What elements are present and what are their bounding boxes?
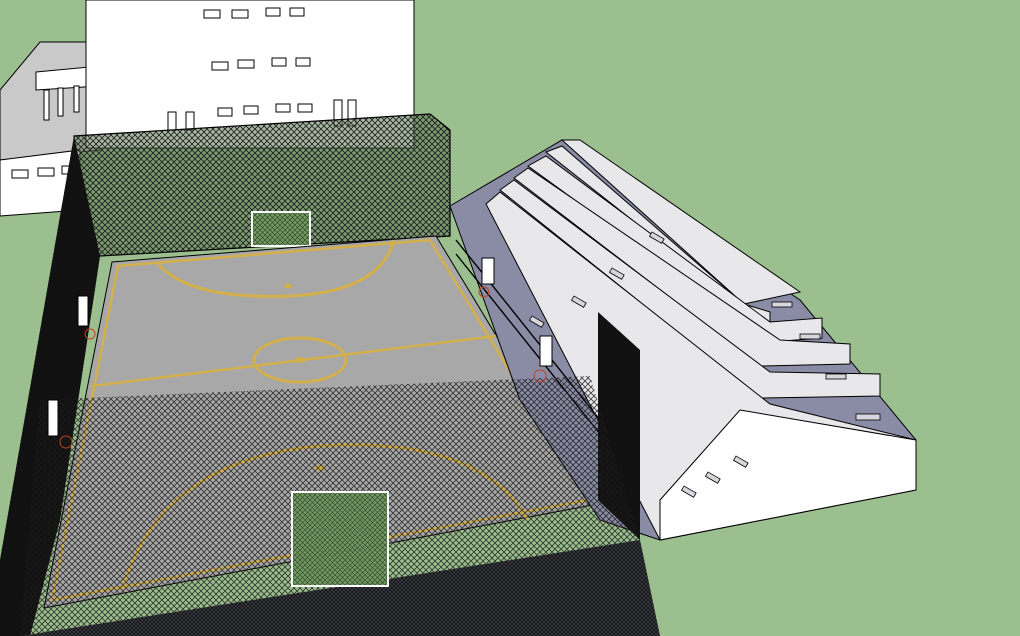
front-goal	[291, 491, 389, 587]
back-goal	[251, 211, 311, 247]
sketchup-scene	[0, 0, 1020, 636]
